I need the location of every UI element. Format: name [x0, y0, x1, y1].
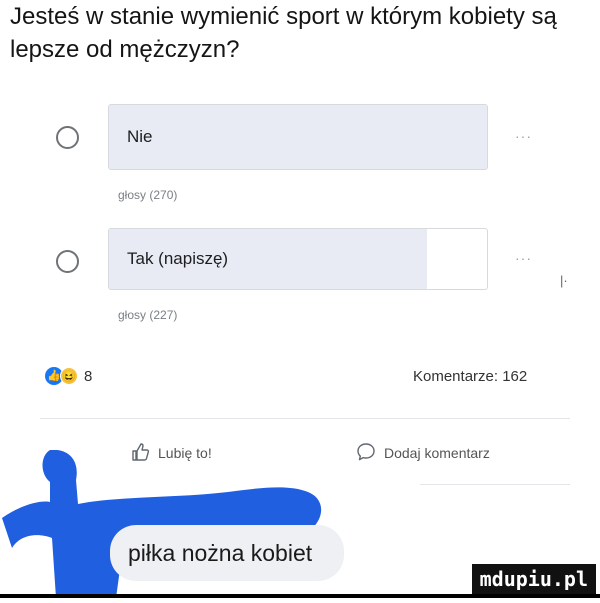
poll-option-label: Tak (napiszę) — [127, 249, 229, 268]
poll-votes-count: głosy (227) — [118, 308, 178, 322]
poll-votes-count: głosy (270) — [118, 188, 178, 202]
poll-option-box[interactable]: Tak (napiszę) — [108, 228, 488, 290]
comment-button[interactable]: Dodaj komentarz — [356, 440, 490, 466]
comments-count[interactable]: Komentarze: 162 — [413, 368, 527, 385]
more-options-icon[interactable]: ··· — [515, 128, 532, 144]
comment-button-label: Dodaj komentarz — [384, 445, 490, 461]
poll-option-nie: Nie ··· — [0, 100, 600, 170]
side-mark: |· — [560, 273, 568, 288]
poll-result-bar — [109, 105, 487, 169]
divider — [420, 484, 570, 485]
reaction-count[interactable]: 8 — [84, 368, 92, 385]
bottom-border — [0, 594, 600, 598]
haha-reaction-icon[interactable]: 😆 — [60, 367, 78, 385]
comment-bubble-icon — [356, 442, 384, 465]
poll-option-label: Nie — [127, 127, 153, 146]
poll-option-tak: Tak (napiszę) ··· — [0, 224, 600, 294]
radio-button[interactable] — [56, 126, 79, 149]
reply-comment-bubble[interactable]: piłka nożna kobiet — [110, 525, 344, 581]
poll-question: Jesteś w stanie wymienić sport w którym … — [10, 3, 557, 63]
poll-option-box[interactable]: Nie — [108, 104, 488, 170]
reactions-row: 👍 😆 8 Komentarze: 162 — [0, 366, 600, 394]
divider — [40, 418, 570, 419]
reply-comment-text: piłka nożna kobiet — [128, 540, 313, 566]
radio-button[interactable] — [56, 250, 79, 273]
watermark-logo: mdupiu.pl — [471, 564, 596, 594]
more-options-icon[interactable]: ··· — [515, 250, 532, 266]
